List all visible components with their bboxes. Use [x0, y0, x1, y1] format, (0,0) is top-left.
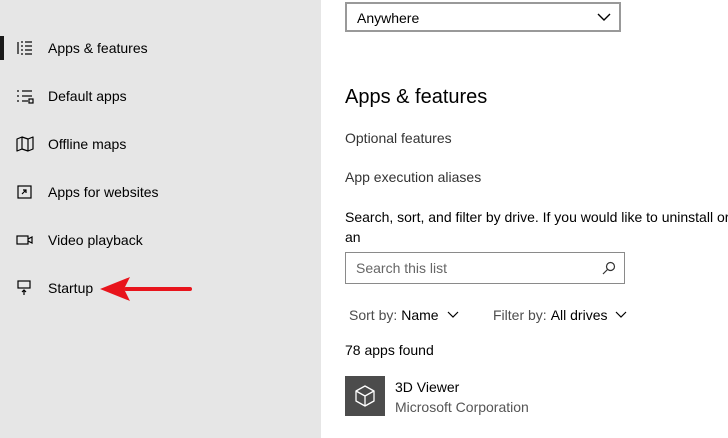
description-line-1: Search, sort, and filter by drive. If yo…	[345, 209, 728, 245]
sidebar-item-offline-maps[interactable]: Offline maps	[0, 124, 321, 164]
chevron-down-icon	[447, 311, 459, 318]
map-icon	[16, 136, 34, 152]
sidebar-item-label: Default apps	[48, 88, 127, 104]
selection-indicator	[0, 36, 4, 60]
app-name: 3D Viewer	[395, 379, 460, 395]
search-icon[interactable]	[602, 261, 616, 275]
sidebar-item-label: Video playback	[48, 232, 143, 248]
install-source-dropdown[interactable]: Anywhere	[345, 2, 621, 32]
app-execution-aliases-link[interactable]: App execution aliases	[345, 168, 481, 186]
3d-cube-icon	[355, 385, 375, 407]
main-content: Anywhere Apps & features Optional featur…	[321, 0, 728, 438]
sort-by-label: Sort by:	[349, 307, 398, 323]
sort-by-dropdown[interactable]: Sort by: Name	[349, 306, 459, 324]
video-icon	[16, 235, 33, 245]
apps-count: 78 apps found	[345, 342, 434, 358]
sort-by-value: Name	[401, 307, 439, 323]
sidebar-item-default-apps[interactable]: Default apps	[0, 76, 321, 116]
chevron-down-icon	[616, 311, 627, 318]
app-list-item[interactable]: 3D Viewer Microsoft Corporation	[345, 376, 728, 418]
search-input[interactable]	[356, 259, 586, 277]
startup-icon	[17, 280, 31, 295]
search-box	[345, 252, 625, 284]
filter-by-value: All drives	[550, 307, 608, 323]
page-title: Apps & features	[345, 86, 488, 108]
default-apps-icon	[17, 90, 34, 104]
app-tile	[345, 376, 385, 416]
sidebar-item-apps-for-websites[interactable]: Apps for websites	[0, 172, 321, 212]
red-arrow-icon	[100, 277, 192, 301]
sidebar: Apps & features Default apps Offline map…	[0, 0, 321, 438]
chevron-down-icon	[597, 13, 611, 21]
sidebar-item-label: Apps for websites	[48, 184, 159, 200]
selection-indicator	[0, 132, 4, 156]
optional-features-link[interactable]: Optional features	[345, 129, 452, 147]
selection-indicator	[0, 180, 4, 204]
filter-by-label: Filter by:	[493, 307, 547, 323]
apps-features-icon	[17, 41, 32, 55]
filter-by-dropdown[interactable]: Filter by: All drives	[493, 306, 627, 324]
selection-indicator	[0, 84, 4, 108]
dropdown-value: Anywhere	[357, 10, 420, 26]
sidebar-item-label: Offline maps	[48, 136, 127, 152]
selection-indicator	[0, 276, 4, 300]
sidebar-item-label: Apps & features	[48, 40, 148, 56]
sidebar-item-video-playback[interactable]: Video playback	[0, 220, 321, 260]
settings-window: Apps & features Default apps Offline map…	[0, 0, 728, 438]
sidebar-item-label: Startup	[48, 280, 94, 296]
selection-indicator	[0, 228, 4, 252]
sidebar-item-apps-features[interactable]: Apps & features	[0, 28, 321, 68]
apps-websites-icon	[17, 185, 32, 199]
app-publisher: Microsoft Corporation	[395, 399, 529, 415]
